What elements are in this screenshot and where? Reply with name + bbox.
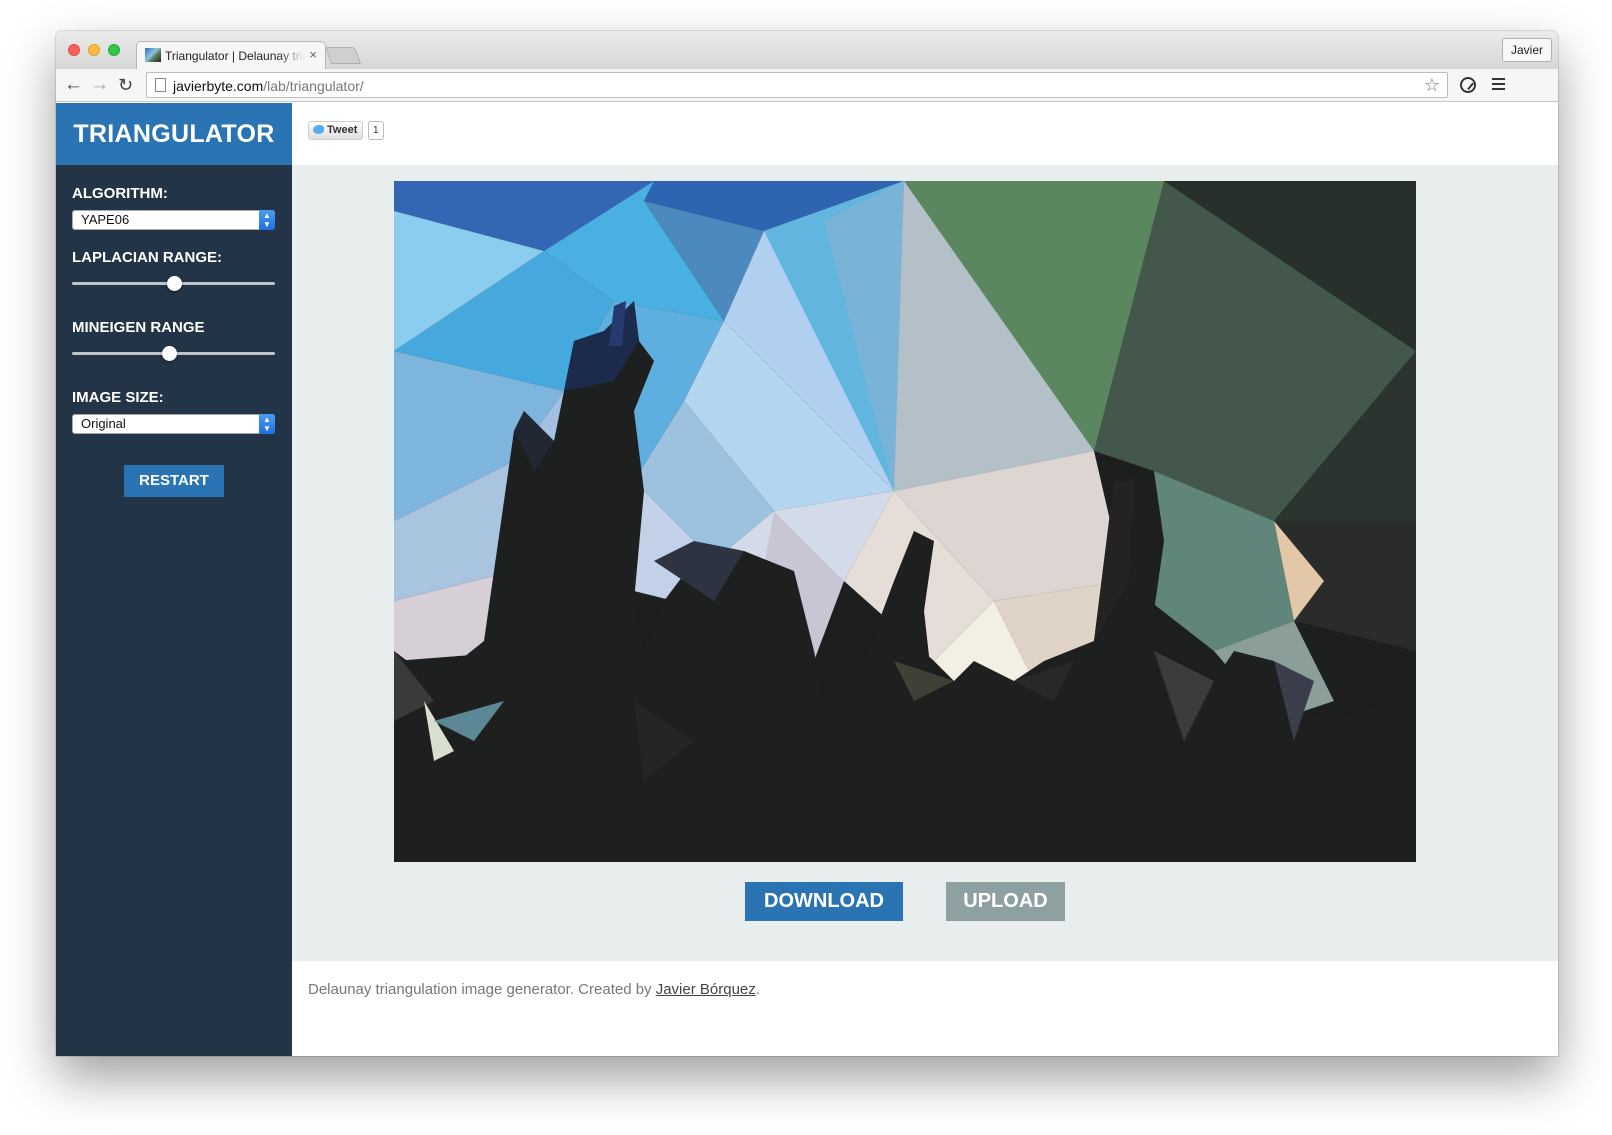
tweet-button[interactable]: Tweet bbox=[308, 121, 364, 140]
browser-window: Triangulator | Delaunay triangulation × … bbox=[56, 31, 1558, 1056]
slider-thumb[interactable] bbox=[162, 346, 178, 361]
title-bar: Triangulator | Delaunay triangulation × … bbox=[56, 31, 1558, 69]
algorithm-label: ALGORITHM: bbox=[72, 185, 168, 202]
tab-close-icon[interactable]: × bbox=[309, 47, 317, 62]
sidebar: TRIANGULATOR ALGORITHM: YAPE06 ▲ ▼ LAPLAC… bbox=[56, 103, 292, 1056]
maximize-window-button[interactable] bbox=[108, 44, 120, 56]
upload-button[interactable]: UPLOAD bbox=[946, 882, 1065, 921]
url-host: javierbyte.com bbox=[173, 78, 264, 94]
main-content: Tweet 1 DOWNLOAD UPLOAD Delaunay triangu… bbox=[292, 103, 1558, 1056]
mineigen-range-label: MINEIGEN RANGE bbox=[72, 319, 205, 336]
back-icon[interactable]: ← bbox=[64, 74, 83, 96]
extension-icon[interactable] bbox=[1460, 77, 1476, 93]
tweet-count: 1 bbox=[368, 121, 384, 140]
footer-text: Delaunay triangulation image generator. … bbox=[308, 981, 760, 998]
browser-tab[interactable]: Triangulator | Delaunay triangulation × bbox=[136, 41, 326, 69]
browser-toolbar: ← → ↻ javierbyte.com/lab/triangulator/ ☆ bbox=[56, 69, 1558, 102]
page-icon bbox=[155, 78, 166, 92]
close-window-button[interactable] bbox=[68, 44, 80, 56]
address-bar[interactable]: javierbyte.com/lab/triangulator/ ☆ bbox=[146, 72, 1448, 98]
restart-button[interactable]: RESTART bbox=[124, 465, 224, 497]
twitter-bird-icon bbox=[313, 125, 324, 134]
image-size-select[interactable]: Original ▲ ▼ bbox=[72, 414, 275, 434]
url-path: /lab/triangulator/ bbox=[263, 78, 364, 94]
forward-icon[interactable]: → bbox=[90, 74, 109, 96]
select-caret-icon: ▲ ▼ bbox=[259, 414, 275, 434]
tweet-label: Tweet bbox=[327, 124, 358, 136]
app-title: TRIANGULATOR bbox=[56, 103, 292, 165]
algorithm-select[interactable]: YAPE06 ▲ ▼ bbox=[72, 210, 275, 230]
new-tab-button[interactable] bbox=[324, 47, 362, 64]
favicon-icon bbox=[145, 48, 161, 62]
menu-icon[interactable] bbox=[1492, 78, 1505, 80]
url-text[interactable]: javierbyte.com/lab/triangulator/ bbox=[173, 78, 364, 94]
profile-button[interactable]: Javier bbox=[1501, 38, 1552, 62]
minimize-window-button[interactable] bbox=[88, 44, 100, 56]
share-bar: Tweet 1 bbox=[292, 103, 1558, 165]
slider-thumb[interactable] bbox=[166, 276, 182, 291]
laplacian-range-label: LAPLACIAN RANGE: bbox=[72, 249, 222, 266]
image-size-label: IMAGE SIZE: bbox=[72, 389, 164, 406]
download-button[interactable]: DOWNLOAD bbox=[745, 882, 903, 921]
triangulated-image bbox=[394, 181, 1416, 862]
mineigen-range-slider[interactable] bbox=[72, 346, 275, 362]
laplacian-range-slider[interactable] bbox=[72, 276, 275, 292]
bookmark-star-icon[interactable]: ☆ bbox=[1424, 75, 1440, 96]
select-caret-icon: ▲ ▼ bbox=[259, 210, 275, 230]
footer: Delaunay triangulation image generator. … bbox=[292, 961, 1558, 1056]
tab-title: Triangulator | Delaunay triangulation bbox=[165, 49, 305, 63]
page: TRIANGULATOR ALGORITHM: YAPE06 ▲ ▼ LAPLAC… bbox=[56, 103, 1558, 1056]
author-link[interactable]: Javier Bórquez bbox=[656, 981, 756, 998]
footer-credit: Delaunay triangulation image generator. … bbox=[308, 981, 656, 998]
image-size-value: Original bbox=[81, 416, 126, 431]
footer-period: . bbox=[755, 981, 760, 998]
algorithm-value: YAPE06 bbox=[81, 212, 130, 227]
reload-icon[interactable]: ↻ bbox=[118, 74, 133, 96]
